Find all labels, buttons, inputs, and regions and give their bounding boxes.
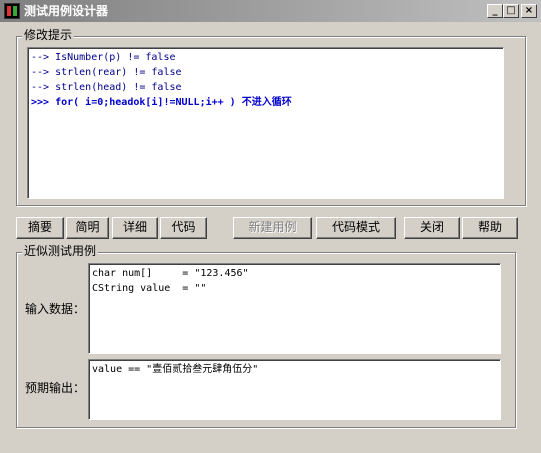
code-button[interactable]: 代码 [160, 217, 207, 239]
new-case-button[interactable]: 新建用例 [233, 217, 312, 239]
expected-output-textbox[interactable]: value == "壹佰贰拾叁元肆角伍分" [88, 359, 501, 420]
hint-line: --> strlen(rear) != false [31, 67, 182, 78]
window-title: 测试用例设计器 [24, 4, 109, 18]
code-mode-button[interactable]: 代码模式 [316, 217, 396, 239]
hint-line: --> strlen(head) != false [31, 82, 182, 93]
similar-cases-legend: 近似测试用例 [22, 244, 99, 258]
help-button[interactable]: 帮助 [462, 217, 518, 239]
app-icon [4, 3, 20, 19]
summary-button[interactable]: 摘要 [16, 217, 64, 239]
hint-line-current: >>> for( i=0;headok[i]!=NULL;i++ ) 不进入循环 [31, 97, 292, 108]
input-data-textbox[interactable]: char num[] = "123.456" CString value = "… [88, 263, 501, 354]
brief-button[interactable]: 简明 [66, 217, 109, 239]
hints-legend: 修改提示 [22, 28, 75, 42]
close-button[interactable]: × [521, 4, 537, 18]
hint-line: --> IsNumber(p) != false [31, 52, 176, 63]
hints-textbox[interactable]: --> IsNumber(p) != false --> strlen(rear… [27, 47, 504, 199]
minimize-button[interactable]: _ [487, 4, 503, 18]
maximize-button[interactable]: □ [503, 4, 519, 18]
app-window: 测试用例设计器 _ □ × 修改提示 --> IsNumber(p) != fa… [0, 0, 541, 453]
close-dialog-button[interactable]: 关闭 [404, 217, 460, 239]
expected-output-label: 预期输出： [25, 381, 86, 395]
detail-button[interactable]: 详细 [112, 217, 158, 239]
title-bar[interactable]: 测试用例设计器 _ □ × [0, 0, 541, 22]
input-data-label: 输入数据： [25, 302, 86, 316]
